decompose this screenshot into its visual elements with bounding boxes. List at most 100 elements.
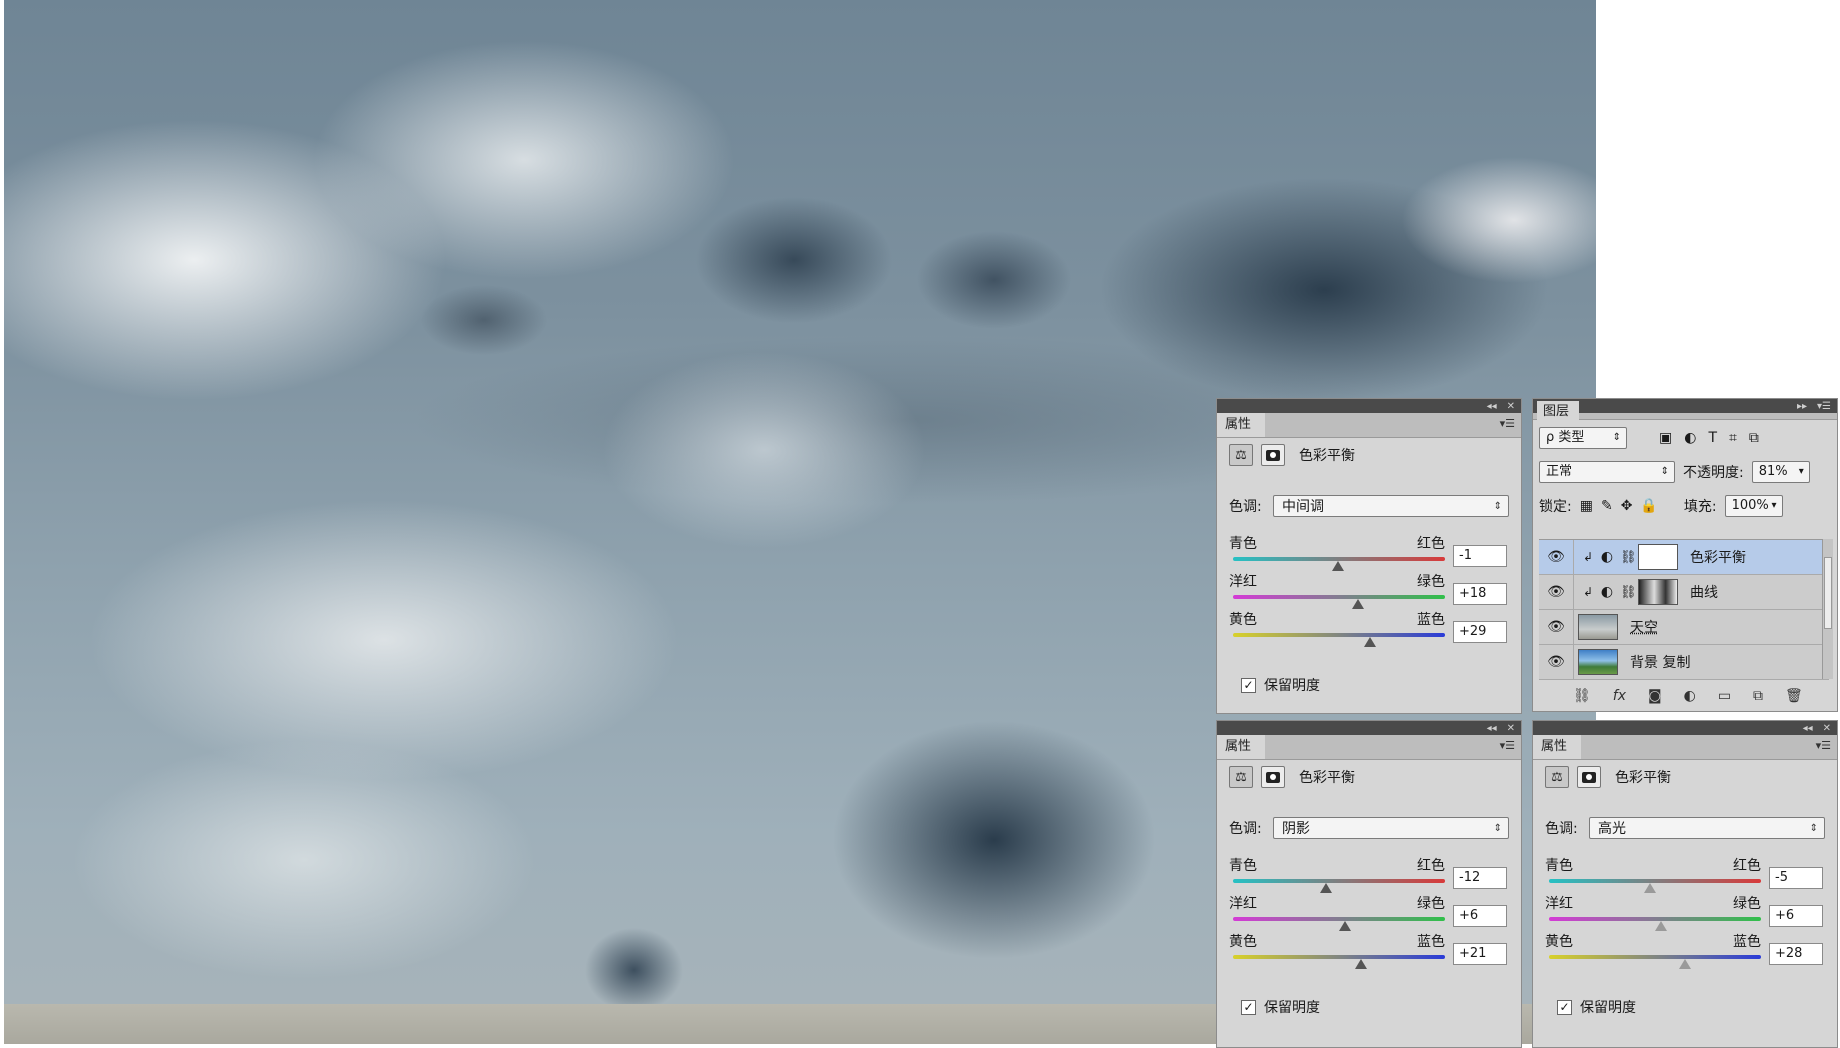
select-arrows-icon: ⇕ — [1612, 432, 1621, 443]
color-slider: 青色 红色 -5 — [1545, 855, 1825, 895]
slider-thumb[interactable] — [1363, 637, 1376, 647]
lock-label: 锁定: — [1539, 499, 1572, 515]
balance-scale-icon[interactable]: ⚖ — [1229, 766, 1253, 788]
tab-layers[interactable]: 图层 — [1537, 401, 1580, 423]
slider-thumb[interactable] — [1320, 883, 1333, 893]
slider-left-label: 洋红 — [1229, 896, 1257, 912]
mask-icon[interactable] — [1261, 444, 1285, 466]
slider-track[interactable] — [1233, 955, 1445, 959]
collapse-icon[interactable]: ◂◂ — [1487, 401, 1497, 412]
trash-icon[interactable]: 🗑 — [1785, 688, 1803, 704]
tab-properties[interactable]: 属性 — [1217, 413, 1266, 437]
layer-thumbnail[interactable] — [1578, 649, 1618, 675]
slider-value-input[interactable]: +18 — [1453, 583, 1507, 605]
mask-icon[interactable] — [1577, 766, 1601, 788]
adjustment-layer-icon: ◐ — [1600, 584, 1614, 600]
fx-icon[interactable]: fx — [1613, 688, 1626, 704]
slider-thumb[interactable] — [1352, 599, 1365, 609]
new-layer-icon[interactable]: ⧉ — [1753, 688, 1763, 704]
tab-properties[interactable]: 属性 — [1533, 735, 1582, 759]
lock-pixels-icon[interactable]: ✎ — [1601, 498, 1613, 514]
preserve-luminosity-row[interactable]: ✓ 保留明度 — [1241, 675, 1320, 695]
panel-menu-icon[interactable]: ▾☰ — [1500, 739, 1515, 752]
balance-scale-icon[interactable]: ⚖ — [1229, 444, 1253, 466]
tone-value: 高光 — [1598, 821, 1626, 837]
text-filter-icon[interactable]: T — [1708, 430, 1717, 446]
clip-arrow-icon: ↲ — [1582, 585, 1594, 599]
eye-icon[interactable]: 👁 — [1539, 610, 1574, 644]
slider-value-input[interactable]: +21 — [1453, 943, 1507, 965]
tone-select[interactable]: 阴影 ⇕ — [1273, 817, 1509, 839]
mask-icon[interactable] — [1261, 766, 1285, 788]
slider-thumb[interactable] — [1678, 959, 1691, 969]
slider-thumb[interactable] — [1655, 921, 1668, 931]
balance-scale-icon[interactable]: ⚖ — [1545, 766, 1569, 788]
collapse-icon[interactable]: ◂◂ — [1803, 723, 1813, 734]
eye-icon[interactable]: 👁 — [1539, 575, 1574, 609]
slider-track[interactable] — [1233, 595, 1445, 599]
preserve-luminosity-row[interactable]: ✓ 保留明度 — [1557, 997, 1636, 1017]
slider-value-input[interactable]: +6 — [1453, 905, 1507, 927]
slider-thumb[interactable] — [1339, 921, 1352, 931]
slider-track[interactable] — [1233, 633, 1445, 637]
slider-thumb[interactable] — [1643, 883, 1656, 893]
layer-mask-thumbnail[interactable] — [1638, 544, 1678, 570]
slider-track[interactable] — [1233, 879, 1445, 883]
tone-row: 色调: 阴影 ⇕ — [1229, 817, 1509, 839]
opacity-input[interactable]: 81% ▾ — [1751, 461, 1810, 483]
tab-properties[interactable]: 属性 — [1217, 735, 1266, 759]
slider-value-input[interactable]: -1 — [1453, 545, 1507, 567]
link-layers-icon[interactable]: ⛓ — [1573, 688, 1591, 704]
preserve-luminosity-checkbox[interactable]: ✓ — [1241, 677, 1256, 693]
chain-link-icon[interactable]: ⛓ — [1620, 585, 1637, 600]
lock-position-icon[interactable]: ✥ — [1621, 498, 1633, 514]
slider-thumb[interactable] — [1355, 959, 1368, 969]
fill-input[interactable]: 100% ▾ — [1724, 495, 1783, 517]
slider-value-input[interactable]: -12 — [1453, 867, 1507, 889]
new-adjustment-icon[interactable]: ◐ — [1684, 688, 1696, 704]
panel-menu-icon[interactable]: ▾☰ — [1816, 739, 1831, 752]
panel-menu-icon[interactable]: ▾☰ — [1500, 417, 1515, 430]
tone-value: 中间调 — [1282, 499, 1324, 515]
tone-select[interactable]: 高光 ⇕ — [1589, 817, 1825, 839]
slider-left-label: 黄色 — [1229, 612, 1257, 628]
close-icon[interactable]: ✕ — [1507, 723, 1515, 734]
preserve-luminosity-checkbox[interactable]: ✓ — [1557, 999, 1572, 1015]
add-mask-icon[interactable]: ◙ — [1648, 688, 1662, 704]
collapse-icon[interactable]: ◂◂ — [1487, 723, 1497, 734]
layer-mask-thumbnail[interactable] — [1638, 579, 1678, 605]
expand-icon[interactable]: ▸▸ — [1797, 401, 1807, 412]
close-icon[interactable]: ✕ — [1823, 723, 1831, 734]
filter-type-select[interactable]: ρ 类型 ⇕ — [1539, 427, 1627, 449]
slider-value-input[interactable]: +28 — [1769, 943, 1823, 965]
preserve-luminosity-checkbox[interactable]: ✓ — [1241, 999, 1256, 1015]
layer-row[interactable]: 👁 ↲ ◐ ⛓ 色彩平衡 — [1539, 540, 1829, 575]
layer-row[interactable]: 👁 天空 — [1539, 610, 1829, 645]
layer-scrollbar[interactable] — [1822, 539, 1833, 679]
adjustment-filter-icon[interactable]: ◐ — [1684, 430, 1696, 446]
close-icon[interactable]: ✕ — [1507, 401, 1515, 412]
image-filter-icon[interactable]: ▣ — [1659, 430, 1672, 446]
filter-icons: ▣ ◐ T ⌗ ⧉ — [1659, 430, 1759, 446]
eye-icon[interactable]: 👁 — [1539, 645, 1574, 679]
slider-thumb[interactable] — [1331, 561, 1344, 571]
layer-thumbnail[interactable] — [1578, 614, 1618, 640]
smartobject-filter-icon[interactable]: ⧉ — [1749, 430, 1759, 446]
blend-mode-select[interactable]: 正常 ⇕ — [1539, 461, 1675, 483]
eye-icon[interactable]: 👁 — [1539, 540, 1574, 574]
lock-all-icon[interactable]: 🔒 — [1640, 498, 1657, 514]
scrollbar-thumb[interactable] — [1824, 557, 1832, 629]
preserve-luminosity-row[interactable]: ✓ 保留明度 — [1241, 997, 1320, 1017]
chain-link-icon[interactable]: ⛓ — [1620, 550, 1637, 565]
slider-value-input[interactable]: -5 — [1769, 867, 1823, 889]
new-group-icon[interactable]: ▭ — [1718, 688, 1731, 704]
layer-row[interactable]: 👁 ↲ ◐ ⛓ 曲线 — [1539, 575, 1829, 610]
tone-select[interactable]: 中间调 ⇕ — [1273, 495, 1509, 517]
lock-transparency-icon[interactable]: ▦ — [1580, 498, 1593, 514]
slider-value-input[interactable]: +6 — [1769, 905, 1823, 927]
slider-value-input[interactable]: +29 — [1453, 621, 1507, 643]
layer-row[interactable]: 👁 背景 复制 — [1539, 645, 1829, 680]
shape-filter-icon[interactable]: ⌗ — [1729, 430, 1737, 446]
slider-track[interactable] — [1549, 955, 1761, 959]
panel-menu-icon[interactable]: ▾☰ — [1817, 401, 1831, 412]
